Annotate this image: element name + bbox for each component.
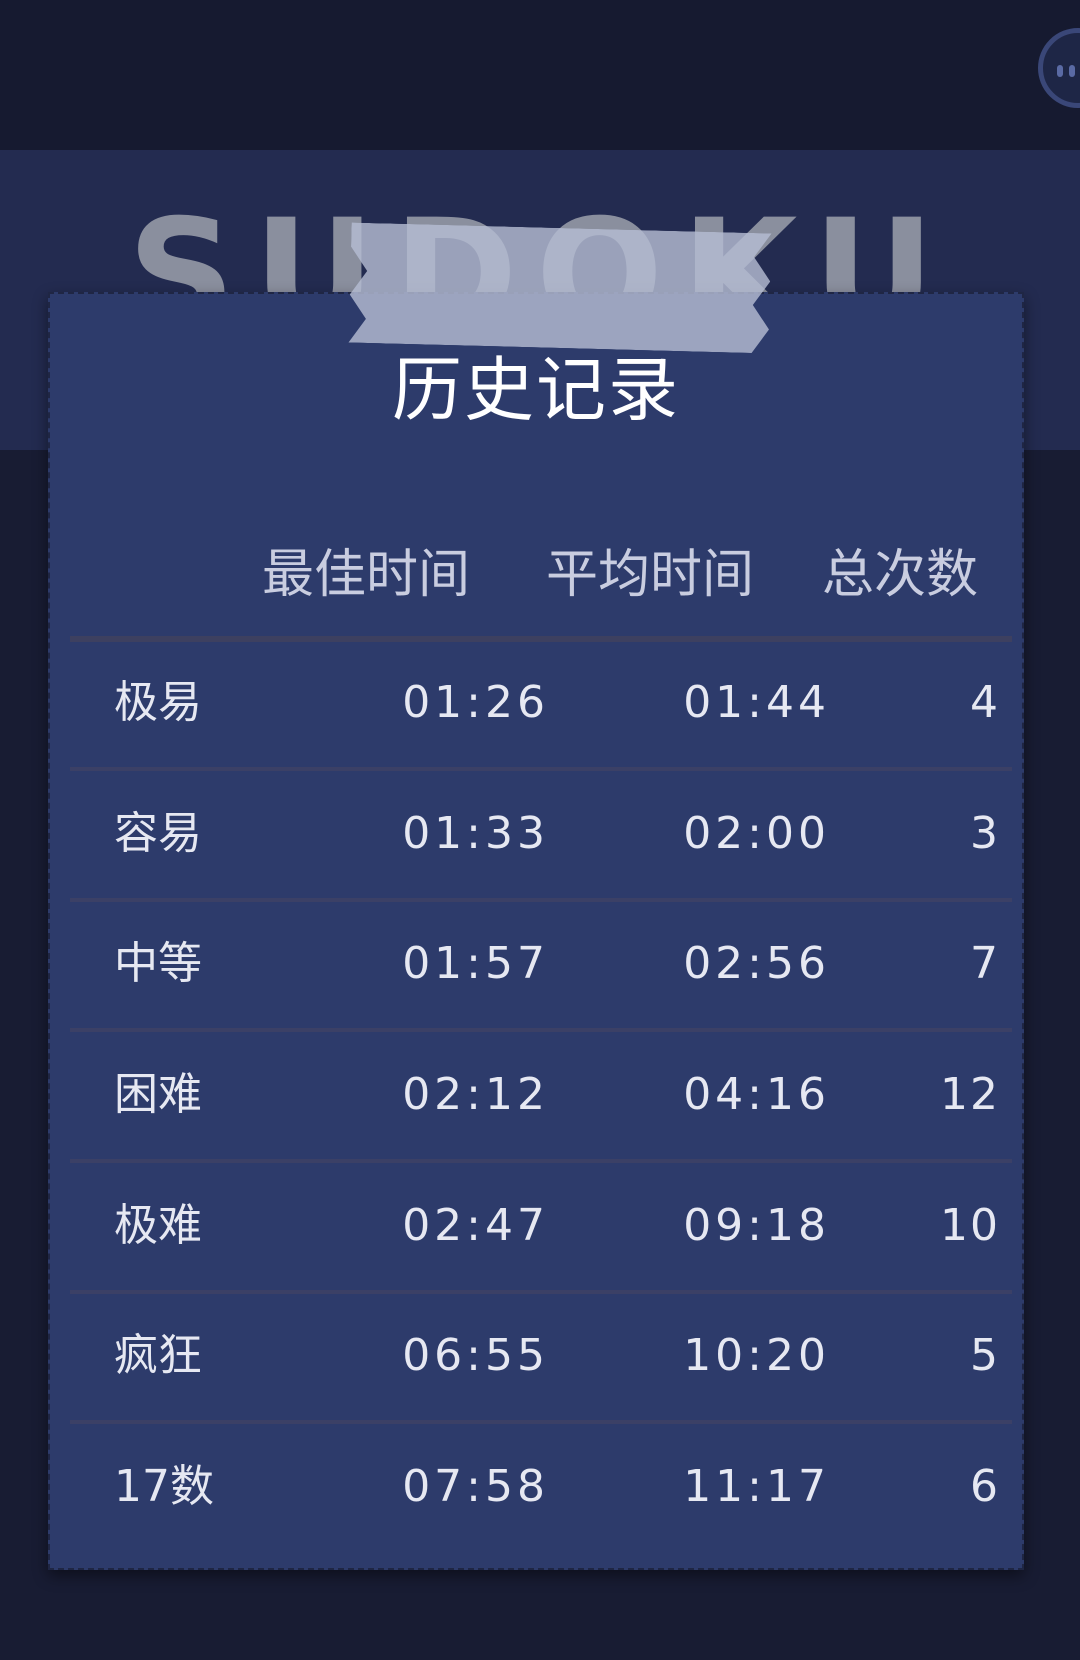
total-count-value: 6 — [970, 1461, 1000, 1512]
best-time-value: 01:26 — [402, 677, 549, 728]
menu-dot-icon — [1057, 65, 1063, 77]
best-time-value: 02:47 — [402, 1200, 549, 1251]
best-time-value: 07:58 — [402, 1461, 549, 1512]
difficulty-label: 容易 — [114, 808, 202, 859]
difficulty-label: 极易 — [114, 677, 202, 728]
average-time-value: 11:17 — [683, 1461, 830, 1512]
difficulty-label: 17数 — [114, 1461, 214, 1512]
average-time-value: 02:00 — [683, 808, 830, 859]
column-header-total-count: 总次数 — [822, 545, 979, 605]
table-row: 极易 01:26 01:44 4 — [48, 638, 1024, 768]
table-row: 17数 07:58 11:17 6 — [48, 1422, 1024, 1552]
best-time-value: 01:57 — [402, 938, 549, 989]
difficulty-label: 极难 — [114, 1200, 202, 1251]
average-time-value: 04:16 — [683, 1069, 830, 1120]
total-count-value: 5 — [970, 1330, 1000, 1381]
table-row: 困难 02:12 04:16 12 — [48, 1030, 1024, 1160]
menu-dot-icon — [1069, 65, 1075, 77]
total-count-value: 7 — [970, 938, 1000, 989]
total-count-value: 3 — [970, 808, 1000, 859]
total-count-value: 10 — [940, 1200, 1000, 1251]
column-header-average-time: 平均时间 — [546, 545, 755, 605]
best-time-value: 01:33 — [402, 808, 549, 859]
dialog-title: 历史记录 — [392, 349, 680, 431]
table-row: 中等 01:57 02:56 7 — [48, 899, 1024, 1029]
average-time-value: 02:56 — [683, 938, 830, 989]
average-time-value: 10:20 — [683, 1330, 830, 1381]
top-bar — [0, 0, 1080, 150]
difficulty-label: 困难 — [114, 1069, 202, 1120]
column-header-best-time: 最佳时间 — [262, 545, 471, 605]
total-count-value: 4 — [970, 677, 1000, 728]
average-time-value: 09:18 — [683, 1200, 830, 1251]
table-row: 疯狂 06:55 10:20 5 — [48, 1291, 1024, 1421]
average-time-value: 01:44 — [683, 677, 830, 728]
difficulty-label: 中等 — [114, 938, 202, 989]
best-time-value: 02:12 — [402, 1069, 549, 1120]
table-row: 极难 02:47 09:18 10 — [48, 1161, 1024, 1291]
tape-decoration — [349, 223, 772, 354]
best-time-value: 06:55 — [402, 1330, 549, 1381]
difficulty-label: 疯狂 — [114, 1330, 202, 1381]
total-count-value: 12 — [940, 1069, 1000, 1120]
table-row: 容易 01:33 02:00 3 — [48, 769, 1024, 899]
